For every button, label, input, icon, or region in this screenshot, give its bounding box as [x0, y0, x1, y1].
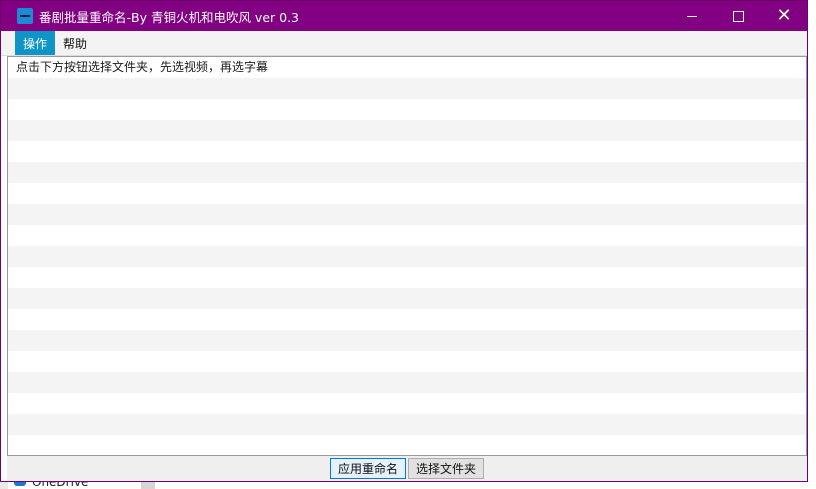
list-item[interactable]	[8, 435, 806, 455]
list-item[interactable]	[8, 309, 806, 330]
list-item[interactable]	[8, 393, 806, 414]
list-item[interactable]	[8, 141, 806, 162]
app-icon	[17, 8, 33, 24]
close-button[interactable]: ✕	[761, 1, 807, 31]
list-item[interactable]	[8, 120, 806, 141]
list-item[interactable]	[8, 162, 806, 183]
button-bar: 应用重命名 选择文件夹	[7, 456, 807, 481]
minimize-button[interactable]	[669, 1, 715, 31]
list-item[interactable]	[8, 99, 806, 120]
title-bar[interactable]: 番剧批量重命名-By 青铜火机和电吹风 ver 0.3 ✕	[1, 1, 807, 31]
list-item[interactable]	[8, 225, 806, 246]
maximize-button[interactable]	[715, 1, 761, 31]
list-item[interactable]	[8, 267, 806, 288]
list-item[interactable]	[8, 414, 806, 435]
minimize-icon	[687, 15, 697, 17]
menu-item-operate[interactable]: 操作	[15, 31, 56, 55]
menu-bar: 操作 帮助	[1, 31, 807, 56]
list-item[interactable]	[8, 330, 806, 351]
list-item[interactable]	[8, 183, 806, 204]
window-title: 番剧批量重命名-By 青铜火机和电吹风 ver 0.3	[39, 9, 300, 25]
list-item[interactable]	[8, 288, 806, 309]
close-icon: ✕	[776, 5, 792, 26]
list-item[interactable]	[8, 351, 806, 372]
select-folder-button[interactable]: 选择文件夹	[408, 458, 485, 479]
list-item[interactable]	[8, 246, 806, 267]
list-item[interactable]: 点击下方按钮选择文件夹，先选视频，再选字幕	[8, 57, 806, 78]
list-item[interactable]	[8, 372, 806, 393]
list-item[interactable]	[8, 204, 806, 225]
list-item[interactable]	[8, 78, 806, 99]
window-controls: ✕	[669, 1, 807, 31]
apply-rename-button[interactable]: 应用重命名	[329, 458, 406, 479]
menu-item-help[interactable]: 帮助	[55, 31, 95, 55]
file-list[interactable]: 点击下方按钮选择文件夹，先选视频，再选字幕	[7, 56, 807, 456]
maximize-icon	[732, 10, 744, 22]
